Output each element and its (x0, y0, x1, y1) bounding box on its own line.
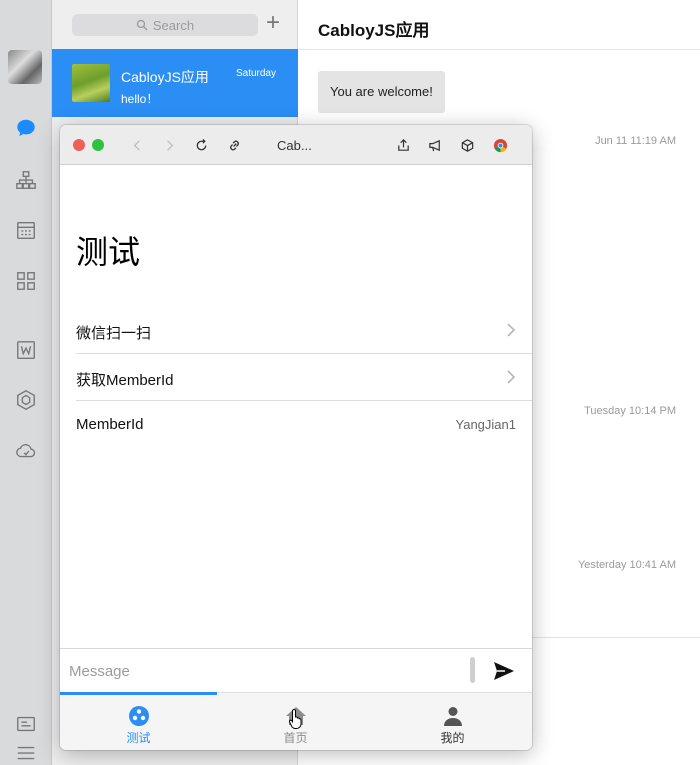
message-input[interactable]: Message (69, 663, 130, 680)
forward-button[interactable] (159, 135, 179, 155)
close-window-button[interactable] (73, 139, 85, 151)
maximize-window-button[interactable] (92, 139, 104, 151)
search-input[interactable]: Search (72, 14, 258, 36)
list-item-get-memberid[interactable]: 获取MemberId (76, 354, 532, 401)
cube-button[interactable] (457, 135, 477, 155)
browser-toolbar: Cab... (60, 125, 532, 165)
reload-icon (196, 138, 206, 150)
list-item-value: YangJian1 (455, 417, 516, 432)
link-icon (229, 140, 239, 150)
message-timestamp: Yesterday 10:41 AM (577, 559, 676, 571)
message-composer: Message (60, 648, 532, 692)
apps-grid-icon[interactable] (14, 269, 38, 293)
tab-label: 首页 (283, 731, 308, 745)
send-icon[interactable] (493, 661, 515, 681)
conversation-last-message: hello！ (121, 92, 159, 106)
word-doc-icon[interactable] (14, 338, 38, 362)
resize-handle[interactable] (470, 657, 475, 683)
tab-label: 测试 (126, 731, 151, 745)
app-sidebar (0, 0, 52, 765)
list-item-label: 获取MemberId (76, 372, 174, 389)
page-title: 测试 (76, 234, 141, 270)
list-item-scan[interactable]: 微信扫一扫 (76, 307, 532, 354)
chevron-right-icon (507, 323, 516, 337)
add-button[interactable]: + (262, 11, 284, 36)
message-timestamp: Jun 11 11:19 AM (595, 135, 676, 147)
tab-label: 我的 (440, 731, 465, 745)
browser-window: Cab... 测试 微信扫一扫 获取MemberId MemberId Yang… (60, 125, 532, 750)
list-item-label: 微信扫一扫 (76, 325, 152, 342)
share-icon (397, 138, 409, 151)
org-chart-icon[interactable] (14, 168, 38, 192)
hand-cursor-icon (288, 708, 302, 729)
conversation-time: Saturday (235, 68, 276, 79)
person-icon (444, 707, 462, 726)
copy-link-button[interactable] (224, 135, 244, 155)
list-item-label: MemberId (76, 416, 144, 433)
avatar[interactable] (8, 50, 42, 84)
contacts-card-icon[interactable] (14, 712, 38, 736)
conversation-name: CabloyJS应用 (121, 69, 209, 85)
search-icon (136, 19, 148, 31)
tab-test[interactable]: 测试 (60, 693, 217, 750)
search-placeholder: Search (152, 17, 195, 33)
calendar-grid-icon[interactable] (14, 218, 38, 242)
cube-icon (461, 138, 473, 152)
share-button[interactable] (393, 135, 413, 155)
hexagon-icon[interactable] (14, 388, 38, 412)
reload-button[interactable] (191, 135, 211, 155)
hamburger-menu-icon[interactable] (14, 741, 38, 765)
conversation-item[interactable]: CabloyJS应用 hello！ Saturday (52, 49, 298, 117)
chevron-left-icon (133, 139, 140, 151)
palette-icon (129, 706, 149, 726)
divider (299, 49, 700, 50)
message-timestamp: Tuesday 10:14 PM (584, 405, 676, 417)
chrome-icon (493, 138, 507, 152)
browser-title: Cab... (277, 138, 312, 153)
chat-bubble-icon[interactable] (14, 116, 38, 140)
tab-mine[interactable]: 我的 (374, 693, 531, 750)
list-item-memberid: MemberId YangJian1 (76, 401, 532, 448)
feedback-button[interactable] (425, 135, 445, 155)
cloud-icon[interactable] (14, 439, 38, 463)
back-button[interactable] (127, 135, 147, 155)
megaphone-icon (428, 139, 440, 151)
conversation-avatar (72, 64, 110, 102)
chat-title: CabloyJS应用 (318, 21, 430, 40)
chevron-right-icon (166, 139, 173, 151)
message-bubble[interactable]: You are welcome! (318, 71, 445, 113)
chevron-right-icon (507, 370, 516, 384)
chrome-button[interactable] (490, 135, 510, 155)
